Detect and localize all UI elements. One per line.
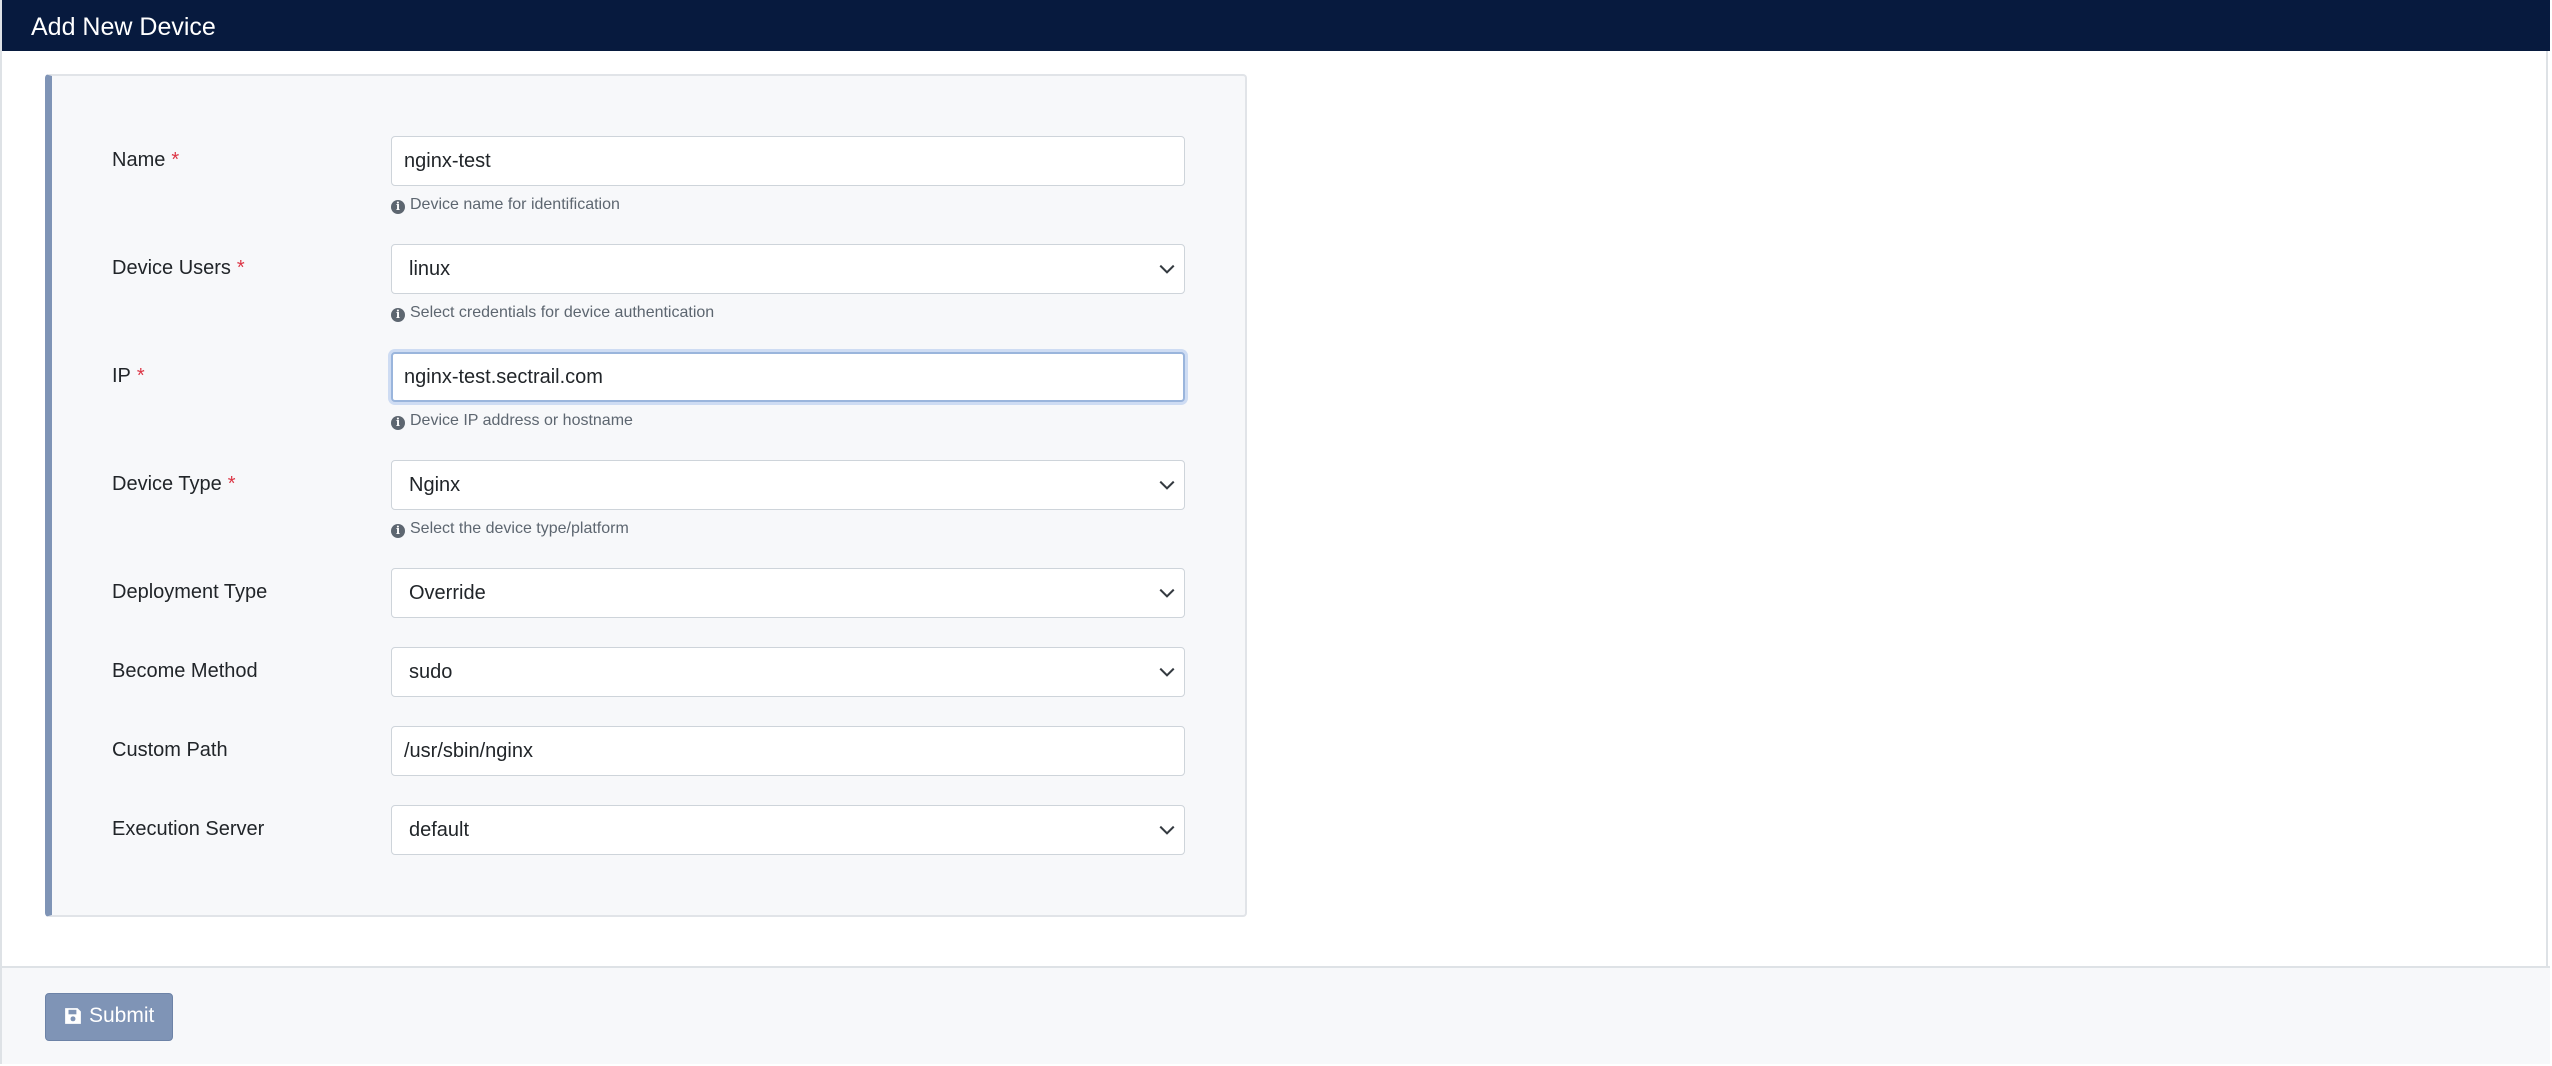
execution-server-value: default xyxy=(409,819,470,841)
deployment-type-select[interactable]: Override xyxy=(391,568,1185,618)
submit-label: Submit xyxy=(89,1004,155,1027)
device-form: Name * nginx-test i Device name for identi… xyxy=(45,74,1247,917)
device-users-select[interactable]: linux xyxy=(391,244,1185,294)
chevron-down-icon xyxy=(1159,264,1175,274)
deployment-type-value: Override xyxy=(409,582,486,604)
required-marker: * xyxy=(171,149,180,171)
become-method-label: Become Method xyxy=(112,660,258,682)
device-users-hint: i Select credentials for device authentic… xyxy=(391,303,714,323)
name-hint: i Device name for identification xyxy=(391,195,620,215)
name-label: Name * xyxy=(112,149,180,171)
device-type-hint: i Select the device type/platform xyxy=(391,519,629,539)
deployment-type-label: Deployment Type xyxy=(112,581,268,603)
submit-button[interactable]: Submit xyxy=(45,993,173,1041)
chevron-down-icon xyxy=(1159,825,1175,835)
device-users-value: linux xyxy=(409,258,451,280)
chevron-down-icon xyxy=(1159,667,1175,677)
custom-path-label: Custom Path xyxy=(112,739,228,761)
page-title: Add New Device xyxy=(31,13,216,41)
chevron-down-icon xyxy=(1159,588,1175,598)
ip-input[interactable]: nginx-test.sectrail.com xyxy=(391,352,1185,402)
execution-server-label: Execution Server xyxy=(112,818,265,840)
info-icon: i xyxy=(391,200,405,214)
add-device-card: Add New Device Name * nginx-test i Device … xyxy=(0,0,2550,1064)
ip-label: IP * xyxy=(112,365,145,387)
device-type-value: Nginx xyxy=(409,474,461,496)
info-icon: i xyxy=(391,524,405,538)
info-icon: i xyxy=(391,308,405,322)
card-footer: Submit xyxy=(2,966,2550,1064)
device-type-select[interactable]: Nginx xyxy=(391,460,1185,510)
card-header: Add New Device xyxy=(2,0,2550,51)
device-users-label: Device Users * xyxy=(112,257,245,279)
name-input[interactable]: nginx-test xyxy=(391,136,1185,186)
device-type-label: Device Type * xyxy=(112,473,236,495)
become-method-value: sudo xyxy=(409,661,453,683)
execution-server-select[interactable]: default xyxy=(391,805,1185,855)
required-marker: * xyxy=(236,257,245,279)
custom-path-input[interactable]: /usr/sbin/nginx xyxy=(391,726,1185,776)
ip-hint: i Device IP address or hostname xyxy=(391,411,633,431)
required-marker: * xyxy=(136,365,145,387)
info-icon: i xyxy=(391,416,405,430)
become-method-select[interactable]: sudo xyxy=(391,647,1185,697)
chevron-down-icon xyxy=(1159,480,1175,490)
floppy-disk-icon xyxy=(65,1008,81,1024)
required-marker: * xyxy=(227,473,236,495)
